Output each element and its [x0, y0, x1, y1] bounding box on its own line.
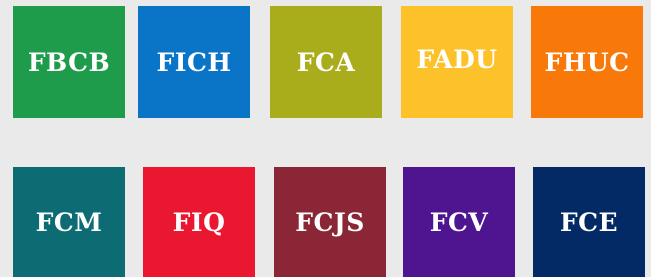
- faculty-tile-fbcb[interactable]: FBCB: [13, 6, 125, 118]
- faculty-tile-fce[interactable]: FCE: [533, 167, 645, 277]
- faculty-tile-label: FHUC: [544, 47, 630, 77]
- faculty-tile-label: FCE: [559, 207, 619, 237]
- faculty-tile-fadu[interactable]: FADU: [401, 6, 513, 118]
- faculty-tile-fhuc[interactable]: FHUC: [531, 6, 643, 118]
- faculty-tile-label: FCM: [35, 207, 103, 237]
- faculty-tile-fca[interactable]: FCA: [270, 6, 382, 118]
- faculty-tile-label: FCV: [429, 207, 489, 237]
- faculty-tile-fcm[interactable]: FCM: [13, 167, 125, 277]
- faculty-tile-fcv[interactable]: FCV: [403, 167, 515, 277]
- faculty-tile-label: FICH: [156, 47, 232, 77]
- faculty-tile-fiq[interactable]: FIQ: [143, 167, 255, 277]
- faculty-tile-fich[interactable]: FICH: [138, 6, 250, 118]
- faculty-tile-label: FCJS: [295, 207, 365, 237]
- faculty-tile-fcjs[interactable]: FCJS: [274, 167, 386, 277]
- faculty-tile-label: FCA: [296, 47, 356, 77]
- faculty-tile-label: FADU: [416, 44, 498, 74]
- faculty-tile-label: FBCB: [27, 47, 111, 77]
- faculty-tile-label: FIQ: [172, 207, 226, 237]
